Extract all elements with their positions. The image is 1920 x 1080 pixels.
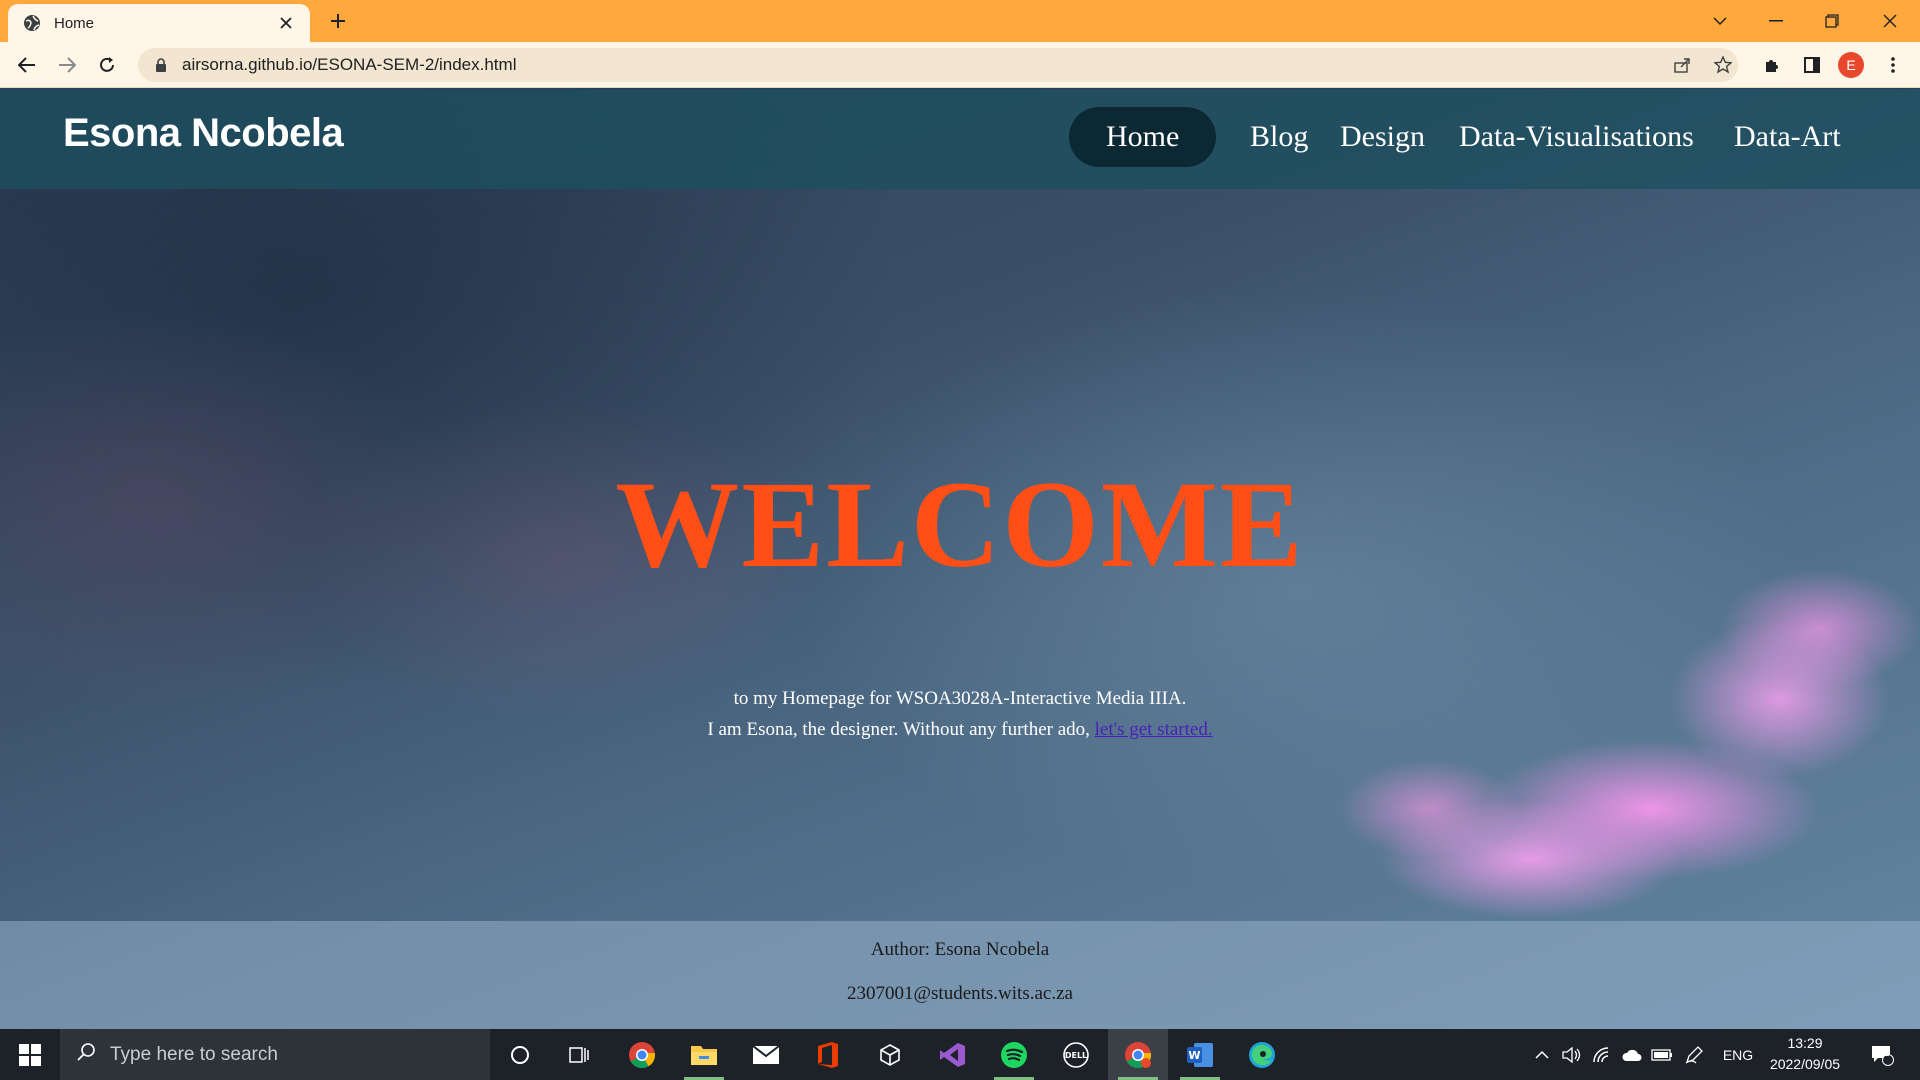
restore-icon[interactable] [1812, 6, 1852, 36]
intro-line-2: I am Esona, the designer. Without any fu… [0, 714, 1920, 745]
extensions-puzzle-icon[interactable] [1757, 50, 1787, 80]
minimize-icon[interactable] [1756, 6, 1796, 36]
tab-title: Home [54, 14, 95, 32]
office-icon[interactable] [798, 1029, 858, 1080]
back-arrow-icon[interactable] [12, 50, 42, 80]
web-page: Esona Ncobela Home Blog Design Data-Visu… [0, 89, 1920, 1029]
profile-avatar[interactable]: E [1838, 52, 1864, 78]
kebab-menu-icon[interactable] [1878, 50, 1908, 80]
taskbar-clock[interactable]: 13:29 2022/09/05 [1760, 1033, 1850, 1075]
spotify-icon[interactable] [984, 1029, 1044, 1080]
bookmark-star-icon[interactable] [1708, 50, 1738, 80]
get-started-link[interactable]: let's get started. [1095, 719, 1213, 740]
intro-paragraph: to my Homepage for WSOA3028A-Interactive… [0, 683, 1920, 745]
footer-author: Author: Esona Ncobela [870, 939, 1050, 960]
side-panel-icon[interactable] [1797, 50, 1827, 80]
site-footer: Author: Esona Ncobela 2307001@students.w… [0, 921, 1920, 1029]
nav-data-art[interactable]: Data-Art [1734, 107, 1841, 167]
nav-data-visualisations[interactable]: Data-Visualisations [1459, 107, 1694, 167]
pen-icon[interactable] [1680, 1029, 1708, 1080]
site-title[interactable]: Esona Ncobela [63, 111, 344, 156]
url-text: airsorna.github.io/ESONA-SEM-2/index.htm… [182, 55, 517, 74]
globe-icon [22, 13, 42, 33]
windows-start-icon[interactable] [0, 1029, 60, 1080]
taskbar-search-box[interactable]: Type here to search [60, 1029, 490, 1080]
new-tab-button[interactable] [326, 9, 350, 33]
notification-count: 1 [1884, 1048, 1890, 1059]
intro-line-2-text: I am Esona, the designer. Without any fu… [707, 719, 1090, 740]
browser-tab-home[interactable]: Home [8, 4, 310, 42]
edge-icon[interactable] [1232, 1029, 1292, 1080]
search-placeholder: Type here to search [110, 1043, 278, 1065]
mail-icon[interactable] [736, 1029, 796, 1080]
close-tab-icon[interactable] [276, 13, 296, 33]
reload-icon[interactable] [92, 50, 122, 80]
browser-tab-strip: Home [0, 0, 1920, 42]
file-explorer-icon[interactable] [674, 1029, 734, 1080]
tab-search-chevron-icon[interactable] [1700, 6, 1740, 36]
nav-design[interactable]: Design [1340, 107, 1425, 167]
language-indicator[interactable]: ENG [1718, 1029, 1758, 1080]
forward-arrow-icon[interactable] [52, 50, 82, 80]
clock-date: 2022/09/05 [1769, 1056, 1841, 1072]
intro-line-1: to my Homepage for WSOA3028A-Interactive… [733, 688, 1187, 709]
wifi-icon[interactable] [1588, 1029, 1616, 1080]
battery-icon[interactable] [1648, 1029, 1676, 1080]
notifications-icon[interactable]: 1 [1862, 1029, 1902, 1080]
onedrive-cloud-icon[interactable] [1618, 1029, 1646, 1080]
close-window-icon[interactable] [1870, 6, 1910, 36]
windows-taskbar: Type here to search DELL W ENG 13:29 202… [0, 1029, 1920, 1080]
footer-email: 2307001@students.wits.ac.za [847, 983, 1073, 1004]
visual-studio-icon[interactable] [922, 1029, 982, 1080]
chrome-app-icon[interactable] [612, 1029, 672, 1080]
address-bar[interactable]: airsorna.github.io/ESONA-SEM-2/index.htm… [138, 48, 1738, 82]
site-navbar: Esona Ncobela Home Blog Design Data-Visu… [0, 89, 1920, 189]
search-icon [76, 1042, 96, 1067]
task-view-icon[interactable] [550, 1029, 610, 1080]
cortana-circle-icon[interactable] [490, 1029, 550, 1080]
svg-text:DELL: DELL [1065, 1051, 1087, 1060]
nav-home[interactable]: Home [1069, 107, 1217, 167]
volume-icon[interactable] [1558, 1029, 1586, 1080]
share-icon[interactable] [1667, 50, 1697, 80]
svg-text:W: W [1188, 1049, 1200, 1062]
lock-icon [154, 58, 168, 72]
clock-time: 13:29 [1787, 1035, 1823, 1051]
nav-blog[interactable]: Blog [1250, 107, 1308, 167]
dell-icon[interactable]: DELL [1046, 1029, 1106, 1080]
unity-icon[interactable] [860, 1029, 920, 1080]
browser-toolbar: airsorna.github.io/ESONA-SEM-2/index.htm… [0, 42, 1920, 88]
word-icon[interactable]: W [1170, 1029, 1230, 1080]
tray-overflow-chevron-icon[interactable] [1530, 1029, 1554, 1080]
chrome-profile-app-icon[interactable] [1108, 1029, 1168, 1080]
welcome-heading: WELCOME [615, 456, 1305, 593]
